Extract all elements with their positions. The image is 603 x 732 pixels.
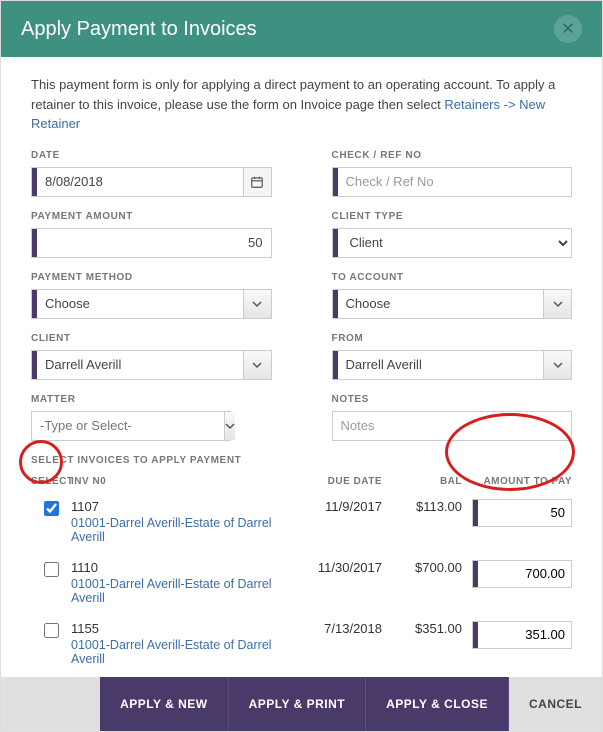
invoice-balance: $351.00: [382, 621, 462, 636]
modal-body: This payment form is only for applying a…: [1, 57, 602, 677]
invoice-row: 1155 01001-Darrel Averill-Estate of Darr…: [31, 613, 572, 674]
matter-label: MATTER: [31, 394, 272, 405]
calendar-button[interactable]: [243, 168, 271, 196]
invoice-row: 1107 01001-Darrel Averill-Estate of Darr…: [31, 491, 572, 552]
notes-wrap: [332, 411, 573, 441]
invoice-number: 1155: [71, 621, 292, 636]
apply-print-button[interactable]: APPLY & PRINT: [229, 677, 367, 731]
apply-new-button[interactable]: APPLY & NEW: [100, 677, 229, 731]
date-label: DATE: [31, 150, 272, 161]
info-text: This payment form is only for applying a…: [31, 75, 572, 134]
col-head-amt: AMOUNT TO PAY: [462, 476, 572, 487]
invoice-balance: $700.00: [382, 560, 462, 575]
client-dropdown[interactable]: [243, 351, 271, 379]
from-label: FROM: [332, 333, 573, 344]
client-label: CLIENT: [31, 333, 272, 344]
payment-method-dropdown[interactable]: [243, 290, 271, 318]
payment-amount-wrap: [31, 228, 272, 258]
check-ref-wrap: [332, 167, 573, 197]
date-input-wrap: [31, 167, 272, 197]
col-head-inv: INV N0: [71, 476, 292, 487]
date-input[interactable]: [37, 168, 243, 196]
invoice-row: 1110 01001-Darrel Averill-Estate of Darr…: [31, 552, 572, 613]
client-type-label: CLIENT TYPE: [332, 211, 573, 222]
close-icon: ✕: [561, 19, 574, 39]
client-select[interactable]: [37, 351, 243, 379]
invoice-checkbox[interactable]: [44, 501, 59, 516]
amount-to-pay-input[interactable]: [478, 500, 571, 526]
payment-modal: Apply Payment to Invoices ✕ This payment…: [0, 0, 603, 732]
chevron-down-icon: [553, 299, 563, 309]
amount-to-pay-wrap: [472, 621, 572, 649]
payment-method-wrap: [31, 289, 272, 319]
to-account-wrap: [332, 289, 573, 319]
invoice-number: 1107: [71, 499, 292, 514]
notes-label: NOTES: [332, 394, 573, 405]
close-button[interactable]: ✕: [554, 15, 582, 43]
invoice-balance: $113.00: [382, 499, 462, 514]
from-wrap: [332, 350, 573, 380]
chevron-down-icon: [553, 360, 563, 370]
check-ref-label: CHECK / REF NO: [332, 150, 573, 161]
invoice-due: 7/13/2018: [292, 621, 382, 636]
matter-select[interactable]: [32, 412, 224, 440]
amount-to-pay-input[interactable]: [478, 561, 571, 587]
amount-to-pay-input[interactable]: [478, 622, 571, 648]
invoice-due: 11/9/2017: [292, 499, 382, 514]
apply-close-button[interactable]: APPLY & CLOSE: [366, 677, 509, 731]
amount-to-pay-wrap: [472, 560, 572, 588]
invoice-desc-link[interactable]: 01001-Darrel Averill-Estate of Darrel Av…: [71, 516, 292, 544]
check-ref-input[interactable]: [338, 168, 572, 196]
client-type-wrap: Client: [332, 228, 573, 258]
chevron-down-icon: [225, 421, 235, 431]
cancel-button[interactable]: CANCEL: [509, 677, 602, 731]
to-account-select[interactable]: [338, 290, 544, 318]
col-head-select: SELECT: [31, 476, 71, 487]
invoices-section-label: SELECT INVOICES TO APPLY PAYMENT: [31, 455, 572, 466]
client-type-select[interactable]: Client: [338, 229, 572, 257]
matter-dropdown[interactable]: [224, 412, 235, 440]
to-account-label: TO ACCOUNT: [332, 272, 573, 283]
modal-footer: APPLY & NEW APPLY & PRINT APPLY & CLOSE …: [1, 677, 602, 731]
calendar-icon: [250, 175, 264, 189]
from-select[interactable]: [338, 351, 544, 379]
invoice-checkbox[interactable]: [44, 562, 59, 577]
invoice-desc-link[interactable]: 01001-Darrel Averill-Estate of Darrel Av…: [71, 577, 292, 605]
payment-method-label: PAYMENT METHOD: [31, 272, 272, 283]
invoice-desc-link[interactable]: 01001-Darrel Averill-Estate of Darrel Av…: [71, 638, 292, 666]
amount-to-pay-wrap: [472, 499, 572, 527]
to-account-dropdown[interactable]: [543, 290, 571, 318]
invoice-due: 11/30/2017: [292, 560, 382, 575]
payment-amount-label: PAYMENT AMOUNT: [31, 211, 272, 222]
payment-method-select[interactable]: [37, 290, 243, 318]
client-wrap: [31, 350, 272, 380]
invoice-number: 1110: [71, 560, 292, 575]
payment-amount-input[interactable]: [37, 229, 271, 257]
invoice-rows: 1107 01001-Darrel Averill-Estate of Darr…: [31, 491, 572, 678]
from-dropdown[interactable]: [543, 351, 571, 379]
modal-header: Apply Payment to Invoices ✕: [1, 1, 602, 57]
invoice-table-head: SELECT INV N0 DUE DATE BAL AMOUNT TO PAY: [31, 472, 572, 491]
invoice-checkbox[interactable]: [44, 623, 59, 638]
notes-input[interactable]: [333, 412, 572, 440]
matter-wrap: [31, 411, 231, 441]
col-head-due: DUE DATE: [292, 476, 382, 487]
chevron-down-icon: [252, 299, 262, 309]
chevron-down-icon: [252, 360, 262, 370]
col-head-bal: BAL: [382, 476, 462, 487]
modal-title: Apply Payment to Invoices: [21, 18, 257, 41]
